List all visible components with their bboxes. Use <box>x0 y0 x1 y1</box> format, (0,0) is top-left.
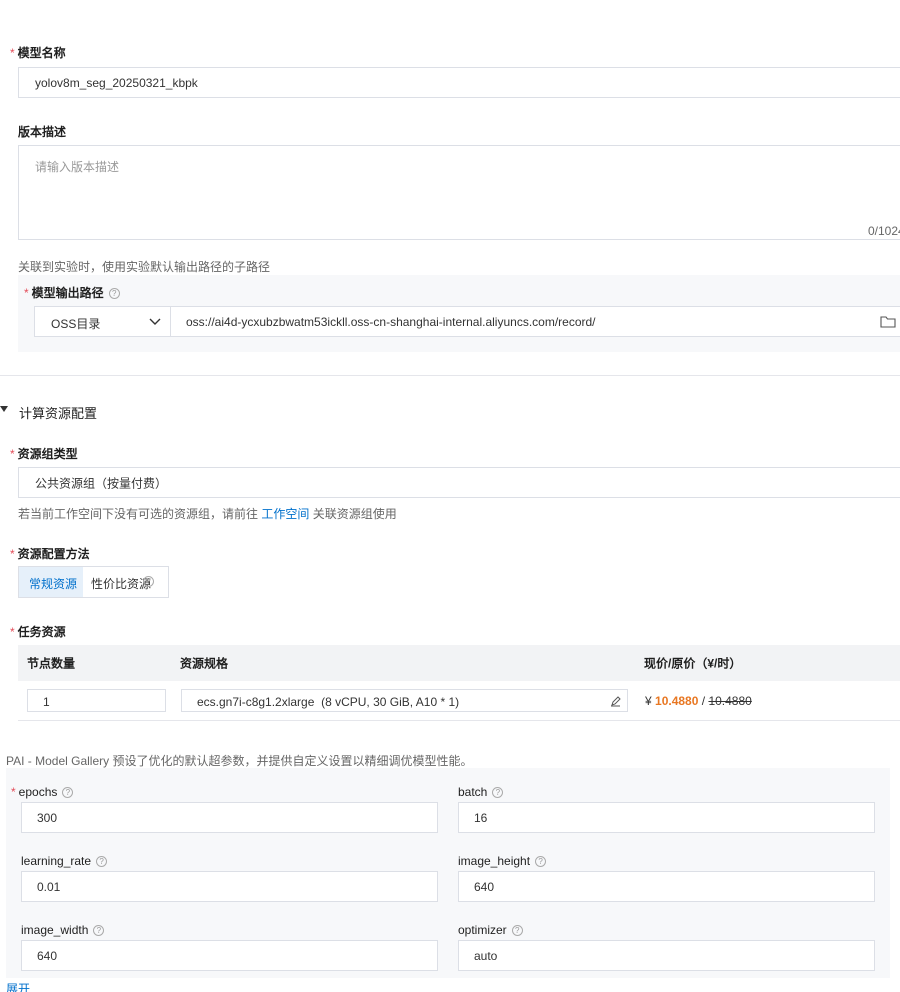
output-path-label: * 模型输出路径? <box>24 284 120 301</box>
node-count-input[interactable]: 1 <box>27 689 166 712</box>
image-width-label: image_width? <box>21 923 105 937</box>
price-display: ¥ 10.4880 / 10.4880 <box>645 694 752 708</box>
image-height-label: image_height? <box>458 854 547 868</box>
resource-spec-select[interactable]: ecs.gn7i-c8g1.2xlarge (8 vCPU, 30 GiB, A… <box>181 689 628 712</box>
resource-config-method-group: 常规资源 性价比资源 ? <box>18 566 169 598</box>
expand-link[interactable]: 展开 <box>6 982 30 992</box>
help-icon[interactable]: ? <box>535 856 547 868</box>
tab-regular-resource[interactable]: 常规资源 <box>19 567 83 597</box>
resource-group-type-label: * 资源组类型 <box>10 447 78 461</box>
image-height-input[interactable]: 640 <box>458 871 875 902</box>
hyperparams-hint: PAI - Model Gallery 预设了优化的默认超参数，并提供自定义设置… <box>6 754 473 768</box>
resource-config-method-label: * 资源配置方法 <box>10 547 90 561</box>
price-original: 10.4880 <box>708 694 752 708</box>
optimizer-label: optimizer? <box>458 923 523 937</box>
version-desc-placeholder: 请输入版本描述 <box>35 160 120 174</box>
task-resource-table-header: 节点数量 资源规格 现价/原价（¥/时） <box>18 645 900 681</box>
optimizer-input[interactable]: auto <box>458 940 875 971</box>
output-path-panel: * 模型输出路径? OSS目录 oss://ai4d-ycxubzbwatm53i… <box>18 275 900 352</box>
chevron-down-icon <box>149 318 161 325</box>
version-desc-label: 版本描述 <box>18 125 67 139</box>
batch-label: batch? <box>458 785 504 799</box>
compute-section-title: 计算资源配置 <box>19 406 98 421</box>
folder-icon[interactable] <box>880 316 896 328</box>
learning-rate-label: learning_rate? <box>21 854 108 868</box>
price-current: 10.4880 <box>655 694 699 708</box>
model-name-input[interactable]: yolov8m_seg_20250321_kbpk <box>18 67 900 98</box>
column-spec: 资源规格 <box>180 656 229 671</box>
batch-input[interactable]: 16 <box>458 802 875 833</box>
help-icon[interactable]: ? <box>93 925 105 937</box>
help-icon[interactable]: ? <box>143 576 154 587</box>
learning-rate-input[interactable]: 0.01 <box>21 871 438 902</box>
help-icon[interactable]: ? <box>108 288 120 300</box>
edit-icon[interactable] <box>610 696 621 707</box>
help-icon[interactable]: ? <box>511 925 523 937</box>
version-desc-counter: 0/1024 <box>868 224 900 238</box>
help-icon[interactable]: ? <box>62 787 74 799</box>
resource-group-type-select[interactable]: 公共资源组（按量付费） <box>18 467 900 498</box>
version-desc-textarea[interactable]: 请输入版本描述 0/1024 <box>18 145 900 240</box>
output-type-select[interactable]: OSS目录 <box>34 306 171 337</box>
caret-down-icon <box>0 406 8 412</box>
table-row: 1 ecs.gn7i-c8g1.2xlarge (8 vCPU, 30 GiB,… <box>18 681 900 721</box>
hyperparams-panel: * epochs? 300 batch? 16 learning_rate? 0.… <box>6 768 890 978</box>
help-icon[interactable]: ? <box>96 856 108 868</box>
epochs-label: * epochs? <box>11 785 74 799</box>
help-icon[interactable]: ? <box>492 787 504 799</box>
resource-group-hint: 若当前工作空间下没有可选的资源组，请前往 工作空间 关联资源组使用 <box>18 507 397 521</box>
column-node-count: 节点数量 <box>27 656 76 671</box>
section-divider <box>0 375 900 376</box>
workspace-link[interactable]: 工作空间 <box>261 507 309 521</box>
epochs-input[interactable]: 300 <box>21 802 438 833</box>
task-resource-label: * 任务资源 <box>10 625 66 639</box>
tab-cost-effective-resource[interactable]: 性价比资源 ? <box>83 567 169 597</box>
output-path-hint: 关联到实验时，使用实验默认输出路径的子路径 <box>18 260 271 274</box>
column-price: 现价/原价（¥/时） <box>644 656 742 671</box>
image-width-input[interactable]: 640 <box>21 940 438 971</box>
model-name-label: * 模型名称 <box>10 46 66 60</box>
output-path-input[interactable]: oss://ai4d-ycxubzbwatm53ickll.oss-cn-sha… <box>171 306 900 337</box>
